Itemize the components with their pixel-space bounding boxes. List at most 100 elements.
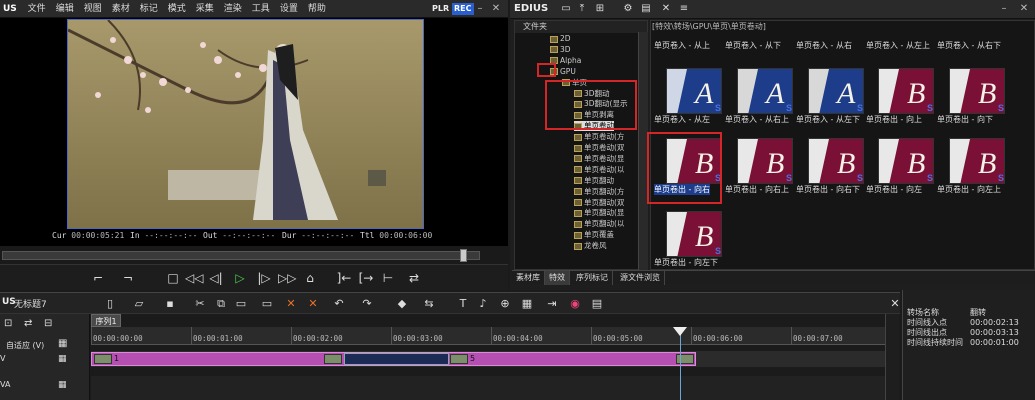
new-sequence-icon[interactable]: ▯ bbox=[103, 297, 117, 311]
mark-out-icon[interactable]: ¬ bbox=[120, 270, 136, 286]
folder-icon[interactable]: ▭ bbox=[558, 1, 574, 17]
delete-clip-icon[interactable]: ✕ bbox=[284, 297, 298, 311]
timeline-scrollbar[interactable] bbox=[885, 314, 899, 400]
rewind-icon[interactable]: ◁◁ bbox=[185, 270, 203, 286]
transition-thumbnail[interactable]: BS bbox=[878, 138, 934, 184]
save-icon[interactable]: ▪ bbox=[163, 297, 177, 311]
paste-icon[interactable]: ▭ bbox=[234, 297, 248, 311]
minimize-icon[interactable]: – bbox=[474, 3, 486, 15]
tree-node[interactable]: 2D bbox=[550, 34, 571, 44]
transition-thumbnail[interactable]: AS bbox=[737, 68, 793, 114]
calendar-icon[interactable]: ▦ bbox=[58, 338, 67, 349]
step-back-icon[interactable]: ◁| bbox=[208, 270, 224, 286]
output-icon[interactable]: ⇄ bbox=[406, 270, 422, 286]
tree-node[interactable]: 单页翻动 bbox=[574, 176, 614, 186]
minimize-panel-icon[interactable]: – bbox=[998, 3, 1010, 15]
menu-file[interactable]: 文件 bbox=[23, 0, 51, 18]
transition-thumbnail[interactable]: AS bbox=[666, 68, 722, 114]
tree-node[interactable]: 单页卷动(双 bbox=[574, 143, 624, 153]
trim-icon[interactable]: ⊢ bbox=[380, 270, 396, 286]
transition-thumbnail[interactable]: BS bbox=[949, 68, 1005, 114]
replace-icon[interactable]: ▭ bbox=[260, 297, 274, 311]
render-icon[interactable]: ▦ bbox=[520, 297, 534, 311]
menu-clip[interactable]: 素材 bbox=[107, 0, 135, 18]
playhead-marker-icon[interactable] bbox=[673, 327, 687, 336]
transition-thumbnail[interactable]: BS bbox=[666, 211, 722, 257]
marker-icon[interactable]: ◆ bbox=[395, 297, 409, 311]
menu-settings[interactable]: 设置 bbox=[275, 0, 303, 18]
transition-thumbnail[interactable]: AS bbox=[808, 68, 864, 114]
ripple-delete-icon[interactable]: ✕ bbox=[306, 297, 320, 311]
rec-label[interactable]: REC bbox=[452, 3, 474, 15]
title-icon[interactable]: T bbox=[456, 297, 470, 311]
transition-thumbnail[interactable]: BS bbox=[878, 68, 934, 114]
tab-sequence-markers[interactable]: 序列标记 bbox=[572, 271, 613, 285]
audio-track[interactable] bbox=[91, 376, 885, 400]
clip-bar[interactable]: 1 5 bbox=[91, 352, 696, 366]
track2-toggle-icon[interactable]: ▦ bbox=[58, 380, 67, 390]
redo-icon[interactable]: ↷ bbox=[360, 297, 374, 311]
tree-node[interactable]: 单页翻动(双 bbox=[574, 198, 624, 208]
tree-node[interactable]: 单页翻动(方 bbox=[574, 187, 624, 197]
menu-tools[interactable]: 工具 bbox=[247, 0, 275, 18]
properties-icon[interactable]: ⚙ bbox=[620, 1, 636, 17]
link-icon[interactable]: ⇄ bbox=[24, 318, 32, 329]
loop-icon[interactable]: ⌂ bbox=[302, 270, 318, 286]
insert-icon[interactable]: ]← bbox=[336, 270, 352, 286]
track-mode[interactable]: 自适应 (V) bbox=[6, 340, 44, 351]
playhead[interactable] bbox=[680, 328, 681, 400]
mark-in-icon[interactable]: ⌐ bbox=[90, 270, 106, 286]
tree-node[interactable]: 3D bbox=[550, 45, 571, 55]
undo-icon[interactable]: ↶ bbox=[332, 297, 346, 311]
sync-icon[interactable]: ⇆ bbox=[422, 297, 436, 311]
play-icon[interactable]: ▷ bbox=[232, 270, 248, 286]
copy-icon[interactable]: ⧉ bbox=[214, 297, 228, 311]
menu-help[interactable]: 帮助 bbox=[303, 0, 331, 18]
tree-node[interactable]: 单页翻动(以 bbox=[574, 219, 624, 229]
tree-node[interactable]: 单页卷动(方 bbox=[574, 132, 624, 142]
close-icon[interactable]: ✕ bbox=[490, 3, 502, 15]
timeline-close-icon[interactable]: ✕ bbox=[888, 297, 902, 311]
audio-icon[interactable]: ⊕ bbox=[498, 297, 512, 311]
tree-view-icon[interactable]: ⊞ bbox=[592, 1, 608, 17]
export-icon[interactable]: ⇥ bbox=[545, 297, 559, 311]
open-icon[interactable]: ▱ bbox=[132, 297, 146, 311]
tree-node[interactable]: 单页卷动(显 bbox=[574, 154, 624, 164]
tab-bin[interactable]: 素材库 bbox=[512, 271, 545, 285]
delete-icon[interactable]: ✕ bbox=[658, 1, 674, 17]
tree-node[interactable]: 单页覆盖 bbox=[574, 230, 614, 240]
plr-label[interactable]: PLR bbox=[430, 3, 451, 15]
menu-edit[interactable]: 编辑 bbox=[51, 0, 79, 18]
menu-capture[interactable]: 采集 bbox=[191, 0, 219, 18]
transition-block[interactable] bbox=[344, 353, 449, 365]
transition-thumbnail[interactable]: BS bbox=[808, 138, 864, 184]
overwrite-icon[interactable]: [→ bbox=[358, 270, 374, 286]
step-forward-icon[interactable]: |▷ bbox=[256, 270, 272, 286]
color-icon[interactable]: ◉ bbox=[568, 297, 582, 311]
menu-mode[interactable]: 模式 bbox=[163, 0, 191, 18]
tree-node[interactable]: 单页卷动(以 bbox=[574, 165, 624, 175]
transition-thumbnail[interactable]: BS bbox=[737, 138, 793, 184]
mic-icon[interactable]: ♪ bbox=[476, 297, 490, 311]
tab-source-browser[interactable]: 源文件浏览 bbox=[616, 271, 665, 285]
tree-node[interactable]: 龙卷风 bbox=[574, 241, 607, 251]
fast-forward-icon[interactable]: ▷▷ bbox=[278, 270, 296, 286]
close-panel-icon[interactable]: ✕ bbox=[1018, 3, 1030, 15]
tab-effects[interactable]: 特效 bbox=[545, 271, 570, 285]
snap-icon[interactable]: ⊟ bbox=[44, 318, 52, 329]
tree-node[interactable]: 单页翻动(显 bbox=[574, 208, 624, 218]
settings-icon[interactable]: ▤ bbox=[590, 297, 604, 311]
track-tool-icon[interactable]: ⊡ bbox=[4, 318, 12, 329]
list-icon[interactable]: ≡ bbox=[676, 1, 692, 17]
track1-toggle-icon[interactable]: ▦ bbox=[58, 354, 67, 364]
scrub-handle[interactable] bbox=[460, 249, 467, 262]
menu-marker[interactable]: 标记 bbox=[135, 0, 163, 18]
transition-thumbnail[interactable]: BS bbox=[949, 138, 1005, 184]
scrub-bar[interactable] bbox=[2, 251, 480, 260]
menu-render[interactable]: 渲染 bbox=[219, 0, 247, 18]
cut-icon[interactable]: ✂ bbox=[193, 297, 207, 311]
view-icon[interactable]: ▤ bbox=[638, 1, 654, 17]
menu-view[interactable]: 视图 bbox=[79, 0, 107, 18]
stop-icon[interactable]: □ bbox=[165, 270, 181, 286]
sequence-tab[interactable]: 序列1 bbox=[91, 314, 121, 327]
